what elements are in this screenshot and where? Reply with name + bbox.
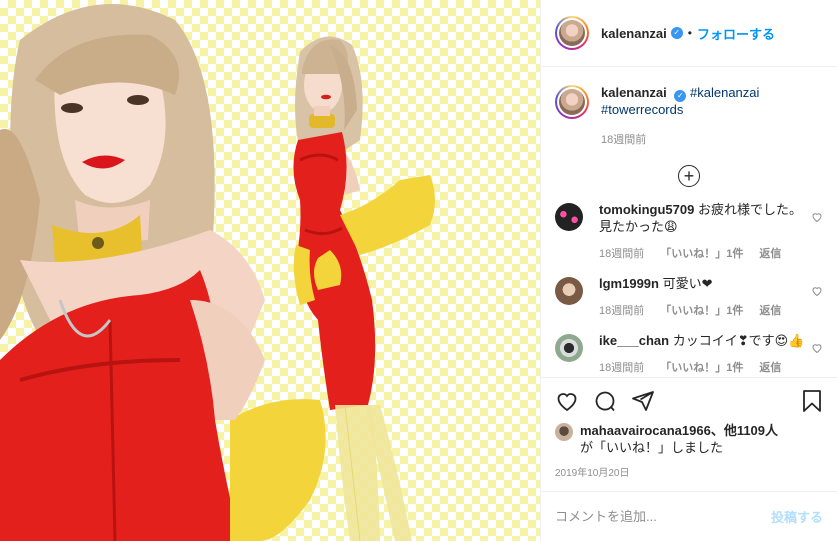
likes-others-count[interactable]: 、他1109人: [711, 423, 778, 438]
comments-section[interactable]: kalenanzai ✓ #kalenanzai #towerrecords 1…: [541, 67, 837, 377]
caption-time: 18週間前: [601, 134, 647, 146]
post-image[interactable]: [0, 0, 540, 541]
comment-bubble-icon[interactable]: [593, 389, 617, 416]
follow-button[interactable]: フォローする: [697, 24, 775, 43]
load-more-comments[interactable]: +: [555, 165, 823, 187]
header-separator: •: [687, 26, 692, 40]
verified-badge-icon: ✓: [674, 90, 687, 102]
commenter-avatar[interactable]: [555, 203, 583, 231]
add-comment-input[interactable]: [555, 509, 771, 524]
comment-username[interactable]: ike___chan: [599, 333, 669, 348]
like-comment-heart-icon[interactable]: [811, 342, 823, 357]
comment-likes-link[interactable]: 「いいね！」1件: [660, 302, 743, 318]
likes-line2: が「いいね！」しました: [580, 440, 724, 455]
commenter-avatar[interactable]: [555, 277, 583, 305]
comment-username[interactable]: lgm1999n: [599, 276, 659, 291]
reply-button[interactable]: 返信: [759, 359, 781, 375]
comment-username[interactable]: tomokingu5709: [599, 202, 694, 217]
comment-likes-link[interactable]: 「いいね！」1件: [660, 359, 743, 375]
caption-author-avatar[interactable]: [555, 85, 589, 119]
plus-circle-icon[interactable]: +: [678, 165, 700, 187]
hashtag-link[interactable]: #kalenanzai: [690, 85, 759, 100]
post-comment-button[interactable]: 投稿する: [771, 507, 823, 526]
add-comment-bar: 投稿する: [541, 491, 837, 541]
liker-username[interactable]: mahaavairocana1966: [580, 423, 711, 438]
comment-item: tomokingu5709 お疲れ様でした。見たかった😩 18週間前 「いいね！…: [555, 201, 823, 261]
liker-avatar[interactable]: [555, 423, 573, 441]
comment-time: 18週間前: [599, 362, 645, 374]
post-sidebar: kalenanzai ✓ • フォローする kalenanzai ✓ #kale…: [540, 0, 837, 541]
reply-button[interactable]: 返信: [759, 245, 781, 261]
comment-text: 可愛い❤: [662, 276, 713, 291]
post-header: kalenanzai ✓ • フォローする: [541, 0, 837, 67]
reply-button[interactable]: 返信: [759, 302, 781, 318]
like-comment-heart-icon[interactable]: [811, 285, 823, 300]
caption-username[interactable]: kalenanzai: [601, 85, 667, 100]
post-date: 2019年10月20日: [555, 468, 630, 479]
closeup-figure: [0, 4, 326, 541]
comment-time: 18週間前: [599, 305, 645, 317]
post-actions: mahaavairocana1966、他1109人 が「いいね！」しました 20…: [541, 377, 837, 491]
like-heart-icon[interactable]: [555, 389, 579, 416]
hashtag-link[interactable]: #towerrecords: [601, 102, 683, 117]
bookmark-save-icon[interactable]: [801, 389, 823, 416]
instagram-post: kalenanzai ✓ • フォローする kalenanzai ✓ #kale…: [0, 0, 837, 541]
comment-text: カッコイイ❣です😍👍: [672, 333, 805, 348]
author-avatar[interactable]: [555, 16, 589, 50]
post-caption: kalenanzai ✓ #kalenanzai #towerrecords: [555, 67, 823, 119]
comment-likes-link[interactable]: 「いいね！」1件: [660, 245, 743, 261]
comment-item: ike___chan カッコイイ❣です😍👍 18週間前 「いいね！」1件 返信: [555, 332, 823, 375]
action-icons-row: [555, 388, 823, 416]
share-paper-plane-icon[interactable]: [631, 389, 655, 416]
likes-summary: mahaavairocana1966、他1109人 が「いいね！」しました: [555, 422, 823, 456]
comment-item: lgm1999n 可愛い❤ 18週間前 「いいね！」1件 返信: [555, 275, 823, 318]
verified-badge-icon: ✓: [670, 27, 683, 39]
like-comment-heart-icon[interactable]: [811, 211, 823, 226]
commenter-avatar[interactable]: [555, 334, 583, 362]
post-photo-illustration: [0, 4, 435, 541]
author-username[interactable]: kalenanzai: [601, 26, 667, 41]
comment-time: 18週間前: [599, 248, 645, 260]
